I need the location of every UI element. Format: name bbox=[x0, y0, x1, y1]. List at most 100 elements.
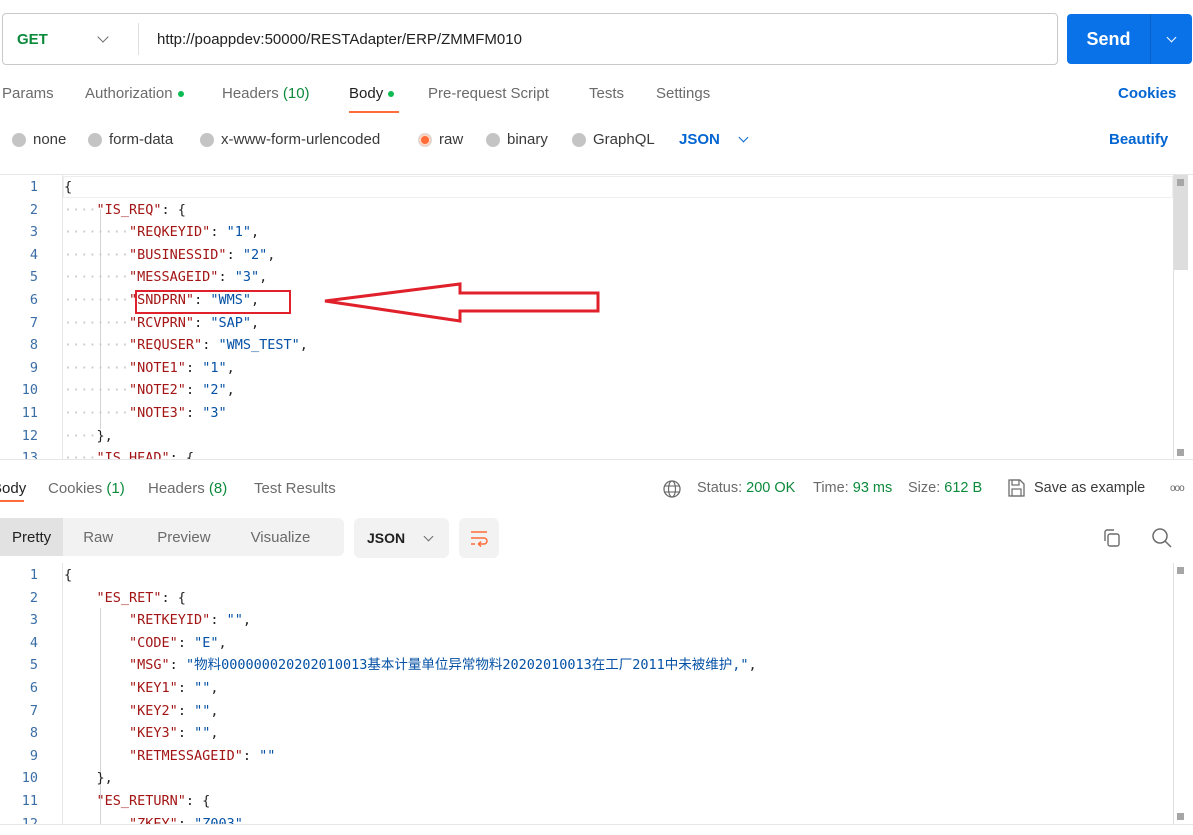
format-label: JSON bbox=[367, 530, 406, 546]
tab-pre-request-script[interactable]: Pre-request Script bbox=[428, 85, 549, 102]
line-number: 4 bbox=[29, 634, 38, 651]
radio-label: raw bbox=[439, 131, 464, 148]
response-status: Status: 200 OK bbox=[697, 480, 795, 496]
code-line: 11 ········"NOTE3": "3" bbox=[0, 402, 1170, 424]
wrap-lines-button[interactable] bbox=[459, 518, 499, 558]
tab-tests[interactable]: Tests bbox=[589, 85, 624, 102]
view-raw[interactable]: Raw bbox=[83, 518, 113, 556]
response-tab-body[interactable]: Body bbox=[0, 480, 26, 497]
line-number: 5 bbox=[29, 269, 38, 286]
status-dot-icon bbox=[177, 91, 184, 98]
code-line: 12 ····}, bbox=[0, 425, 1170, 447]
tab-settings[interactable]: Settings bbox=[656, 85, 710, 102]
tab-label: Body bbox=[0, 480, 27, 497]
code-text: "RETMESSAGEID": "" bbox=[129, 747, 276, 764]
tab-label: Tests bbox=[589, 85, 625, 102]
radio-binary[interactable]: binary bbox=[486, 131, 548, 148]
code-line: 4 ········"BUSINESSID": "2", bbox=[0, 244, 1170, 266]
send-options-button[interactable] bbox=[1151, 14, 1192, 64]
code-text: ········"NOTE1": "1", bbox=[64, 359, 235, 376]
scroll-up-icon[interactable] bbox=[1177, 179, 1184, 186]
radio-graphql[interactable]: GraphQL bbox=[572, 131, 655, 148]
line-number: 1 bbox=[29, 567, 38, 583]
send-button[interactable]: Send bbox=[1067, 14, 1151, 64]
line-number: 5 bbox=[29, 657, 38, 674]
code-text: ········"MESSAGEID": "3", bbox=[64, 269, 268, 286]
copy-icon[interactable] bbox=[1100, 526, 1124, 550]
radio-circle-icon bbox=[12, 132, 26, 147]
scrollbar-thumb[interactable] bbox=[1174, 175, 1188, 270]
globe-icon[interactable] bbox=[662, 479, 682, 499]
method-label: GET bbox=[17, 30, 48, 48]
scroll-down-icon[interactable] bbox=[1177, 449, 1184, 456]
scroll-up-icon[interactable] bbox=[1177, 567, 1184, 574]
save-label: Save as example bbox=[1034, 480, 1146, 496]
code-line: 1{ bbox=[0, 564, 1170, 586]
search-icon[interactable] bbox=[1150, 526, 1174, 550]
code-text: ····}, bbox=[64, 427, 113, 444]
line-number: 9 bbox=[29, 747, 38, 764]
code-line: 1{ bbox=[0, 176, 1170, 198]
line-number: 4 bbox=[29, 246, 38, 263]
response-time: Time: 93 ms bbox=[813, 480, 892, 496]
wrap-lines-icon bbox=[471, 531, 488, 547]
tab-label: Headers bbox=[222, 85, 279, 102]
cookies-link[interactable]: Cookies bbox=[1118, 85, 1176, 102]
tab-label: Pre-request Script bbox=[428, 85, 549, 102]
code-line: 9 "RETMESSAGEID": "" bbox=[0, 745, 1170, 767]
code-text: ····"IS_REQ": { bbox=[64, 201, 186, 218]
code-line: 12 "ZKEY": "Z003" bbox=[0, 813, 1170, 824]
code-line: 3 ········"REQKEYID": "1", bbox=[0, 221, 1170, 243]
code-text: }, bbox=[96, 770, 113, 787]
view-visualize[interactable]: Visualize bbox=[251, 518, 311, 556]
tab-params[interactable]: Params bbox=[2, 85, 54, 102]
radio-raw[interactable]: raw bbox=[418, 131, 463, 148]
size-label: Size: bbox=[908, 480, 941, 496]
request-scrollbar[interactable] bbox=[1173, 175, 1188, 459]
line-number: 3 bbox=[29, 224, 38, 241]
line-number: 3 bbox=[29, 612, 38, 629]
status-dot-icon bbox=[388, 91, 395, 98]
method-select[interactable]: GET bbox=[3, 23, 139, 55]
body-format-select[interactable]: JSON bbox=[679, 131, 749, 148]
response-format-select[interactable]: JSON bbox=[354, 518, 449, 558]
size-value: 612 B bbox=[944, 480, 983, 496]
code-line: 5 "MSG": "物料000000020202010013基本计量单位异常物料… bbox=[0, 654, 1170, 676]
line-number: 6 bbox=[29, 292, 38, 308]
url-input[interactable]: http://poappdev:50000/RESTAdapter/ERP/ZM… bbox=[139, 31, 522, 48]
radio-form-data[interactable]: form-data bbox=[88, 131, 173, 148]
beautify-link[interactable]: Beautify bbox=[1109, 131, 1168, 148]
response-body-viewer[interactable]: 1{2 "ES_RET": {3 "RETKEYID": "", 4 "CODE"… bbox=[0, 563, 1193, 825]
scroll-down-icon[interactable] bbox=[1177, 813, 1184, 820]
tab-authorization[interactable]: Authorization bbox=[85, 85, 184, 102]
radio-none[interactable]: none bbox=[12, 131, 66, 148]
more-options-icon[interactable]: ooo bbox=[1170, 483, 1185, 494]
code-text: { bbox=[64, 179, 73, 195]
chevron-down-icon bbox=[738, 132, 749, 143]
time-label: Time: bbox=[813, 480, 849, 496]
line-number: 7 bbox=[29, 702, 38, 719]
line-number: 1 bbox=[29, 179, 38, 195]
response-scrollbar[interactable] bbox=[1173, 563, 1187, 824]
tab-label: Params bbox=[2, 85, 54, 102]
radio-x-www-form-urlencoded[interactable]: x-www-form-urlencoded bbox=[200, 131, 380, 148]
radio-label: GraphQL bbox=[593, 131, 655, 148]
tab-label: Body bbox=[349, 85, 384, 102]
line-number: 2 bbox=[29, 589, 38, 606]
response-tab-headers[interactable]: Headers (8) bbox=[148, 480, 227, 497]
time-value: 93 ms bbox=[852, 480, 893, 496]
code-text: "ES_RET": { bbox=[96, 589, 186, 606]
line-number: 10 bbox=[21, 770, 38, 787]
line-number: 11 bbox=[21, 405, 38, 421]
view-pretty[interactable]: Pretty bbox=[0, 518, 64, 556]
response-tab-cookies[interactable]: Cookies (1) bbox=[48, 480, 125, 497]
view-preview[interactable]: Preview bbox=[157, 518, 210, 556]
response-tab-test-results[interactable]: Test Results bbox=[254, 480, 336, 497]
radio-label: binary bbox=[507, 131, 548, 148]
code-line: 7 "KEY2": "", bbox=[0, 700, 1170, 722]
tab-headers[interactable]: Headers (10) bbox=[222, 85, 310, 102]
radio-label: x-www-form-urlencoded bbox=[221, 131, 381, 148]
save-as-example-button[interactable]: Save as example bbox=[1006, 478, 1145, 498]
tab-body[interactable]: Body bbox=[349, 85, 395, 102]
response-view-selector: Pretty Raw Preview Visualize bbox=[0, 518, 344, 556]
